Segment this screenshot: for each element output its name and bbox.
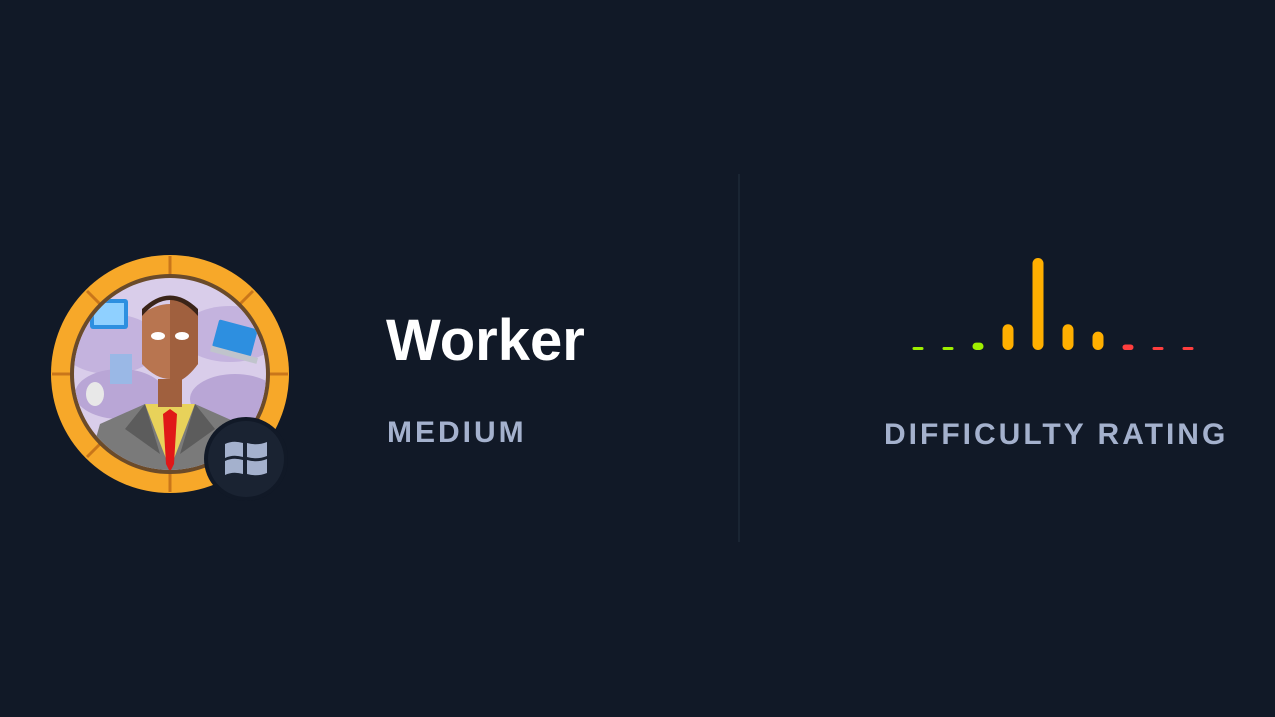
rating-bar-9 xyxy=(1152,347,1164,350)
rating-bar-7 xyxy=(1092,331,1104,350)
windows-icon xyxy=(225,441,267,476)
machine-card: Worker MEDIUM DIFFICULTY RATING xyxy=(0,0,1275,717)
difficulty-label: MEDIUM xyxy=(387,416,527,449)
machine-name: Worker xyxy=(386,308,585,373)
os-badge xyxy=(204,417,288,501)
rating-bar-8 xyxy=(1122,344,1134,350)
rating-bar-3 xyxy=(972,342,984,350)
rating-title: DIFFICULTY RATING xyxy=(884,418,1229,451)
rating-bar-10 xyxy=(1182,347,1194,350)
divider xyxy=(738,174,740,542)
rating-bar-1 xyxy=(912,347,924,350)
rating-bar-4 xyxy=(1002,324,1014,350)
difficulty-rating-chart xyxy=(912,258,1194,350)
rating-bar-5 xyxy=(1032,258,1044,350)
rating-bar-2 xyxy=(942,347,954,350)
machine-avatar xyxy=(50,254,290,501)
rating-bar-6 xyxy=(1062,324,1074,350)
